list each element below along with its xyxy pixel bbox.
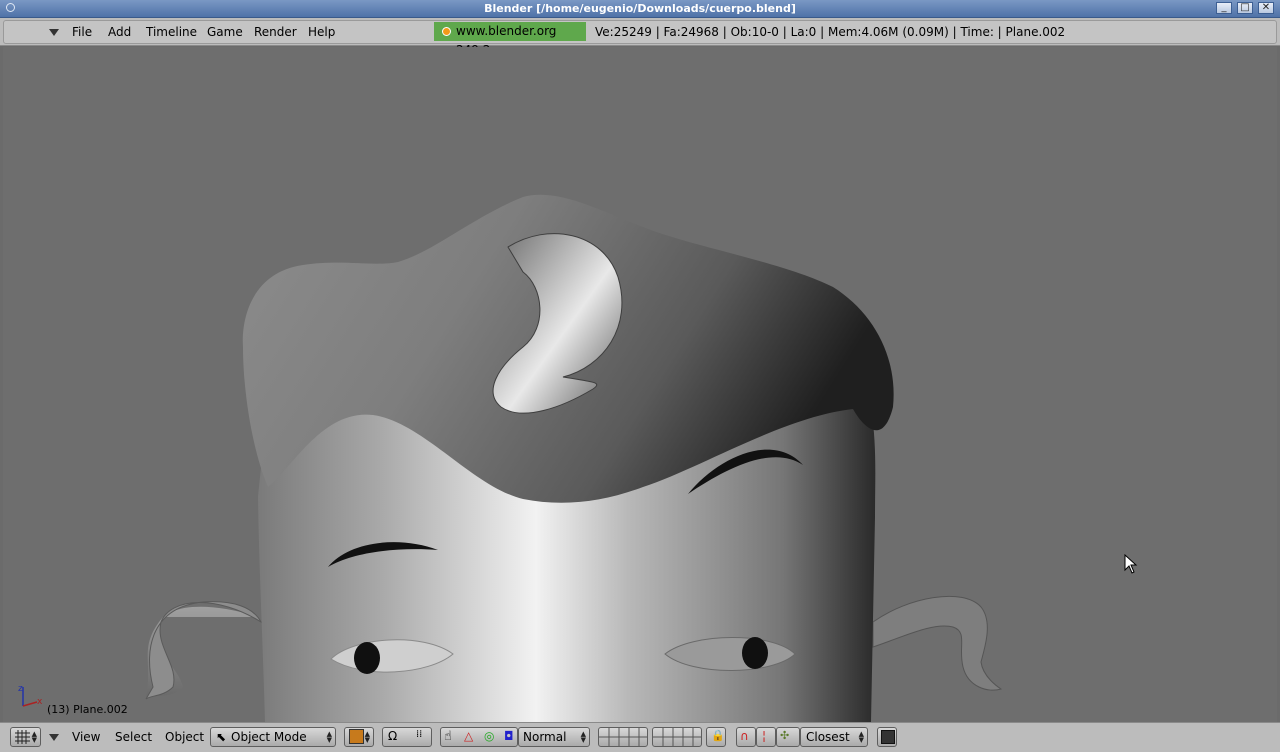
menu-timeline[interactable]: Timeline: [146, 25, 197, 39]
translate-icon[interactable]: △: [464, 729, 473, 743]
object-mode-icon: ⬉: [216, 730, 227, 744]
mode-value: Object Mode: [231, 730, 307, 744]
menu-add[interactable]: Add: [108, 25, 131, 39]
render-preview-button[interactable]: [877, 727, 897, 747]
menu-object[interactable]: Object: [165, 730, 204, 744]
menu-select[interactable]: Select: [115, 730, 152, 744]
editor-type-button[interactable]: ▲ ▼: [10, 727, 41, 747]
left-pupil: [354, 642, 380, 674]
layers-group-2[interactable]: [652, 727, 702, 747]
x-axis-label: x: [37, 697, 43, 707]
pivot-select[interactable]: Ω ⁞⁞: [382, 727, 432, 747]
scale-icon[interactable]: ◘: [504, 729, 514, 743]
orientation-value: Normal: [523, 730, 567, 744]
lock-icon: 🔒: [711, 729, 725, 742]
menu-file[interactable]: File: [72, 25, 92, 39]
menu-help[interactable]: Help: [308, 25, 335, 39]
layer-buttons-icon: [599, 728, 647, 746]
mouse-cursor-icon: [1124, 554, 1138, 574]
minimize-icon[interactable]: _: [1216, 2, 1232, 14]
lock-layers-button[interactable]: 🔒: [706, 727, 726, 747]
active-object-label: (13) Plane.002: [47, 703, 128, 716]
pivot-icon: Ω: [388, 729, 398, 743]
hand-icon[interactable]: ☝: [444, 729, 452, 744]
magnet-icon: ∩: [740, 729, 749, 743]
x-axis-line: [22, 701, 38, 707]
solid-cube-icon: [349, 729, 364, 744]
close-icon[interactable]: ✕: [1258, 2, 1274, 14]
snap-element-icon: ¦: [762, 729, 767, 743]
view3d-header: ▲ ▼ View Select Object ⬉ Object Mode ▲ ▼ ▲…: [0, 722, 1280, 752]
z-axis-label: z: [18, 684, 23, 694]
info-header: File Add Timeline Game Render Help www.b…: [0, 18, 1280, 57]
right-ear: [872, 595, 1003, 691]
right-pupil: [742, 637, 768, 669]
orientation-select[interactable]: Normal ▲ ▼: [518, 727, 590, 747]
window-title-bar[interactable]: Blender [/home/eugenio/Downloads/cuerpo.…: [0, 0, 1280, 18]
snap-mode-icon: ✣: [780, 729, 790, 742]
grid-icon: [15, 730, 30, 744]
snap-mode-select[interactable]: ✣: [776, 727, 800, 747]
snap-element-select[interactable]: ¦: [756, 727, 776, 747]
mode-select[interactable]: ⬉ Object Mode ▲ ▼: [210, 727, 336, 747]
snap-target-select[interactable]: Closest ▲ ▼: [800, 727, 868, 747]
header-collapse-icon[interactable]: [49, 734, 59, 741]
maximize-icon[interactable]: □: [1237, 2, 1253, 14]
scene-stats: Ve:25249 | Fa:24968 | Ob:10-0 | La:0 | M…: [595, 25, 1066, 39]
window-title: Blender [/home/eugenio/Downloads/cuerpo.…: [484, 2, 796, 15]
menu-view[interactable]: View: [72, 730, 100, 744]
draw-type-select[interactable]: ▲ ▼: [344, 727, 374, 747]
pivot-dots-icon: ⁞⁞: [416, 729, 423, 740]
manipulator-group[interactable]: ☝ △ ◎ ◘: [440, 727, 518, 747]
snap-toggle[interactable]: ∩: [736, 727, 756, 747]
blender-logo-icon: [442, 27, 451, 36]
3d-viewport[interactable]: z x (13) Plane.002: [3, 47, 1277, 722]
head-model: z x: [18, 194, 1003, 722]
header-collapse-icon[interactable]: [49, 29, 59, 36]
menu-render[interactable]: Render: [254, 25, 297, 39]
snap-target-value: Closest: [806, 730, 850, 744]
render-icon: [881, 730, 895, 744]
layer-buttons-icon: [653, 728, 701, 746]
layers-group-1[interactable]: [598, 727, 648, 747]
rotate-icon[interactable]: ◎: [484, 729, 494, 743]
blender-site-link[interactable]: www.blender.org 249.2: [434, 22, 586, 57]
menu-game[interactable]: Game: [207, 25, 243, 39]
